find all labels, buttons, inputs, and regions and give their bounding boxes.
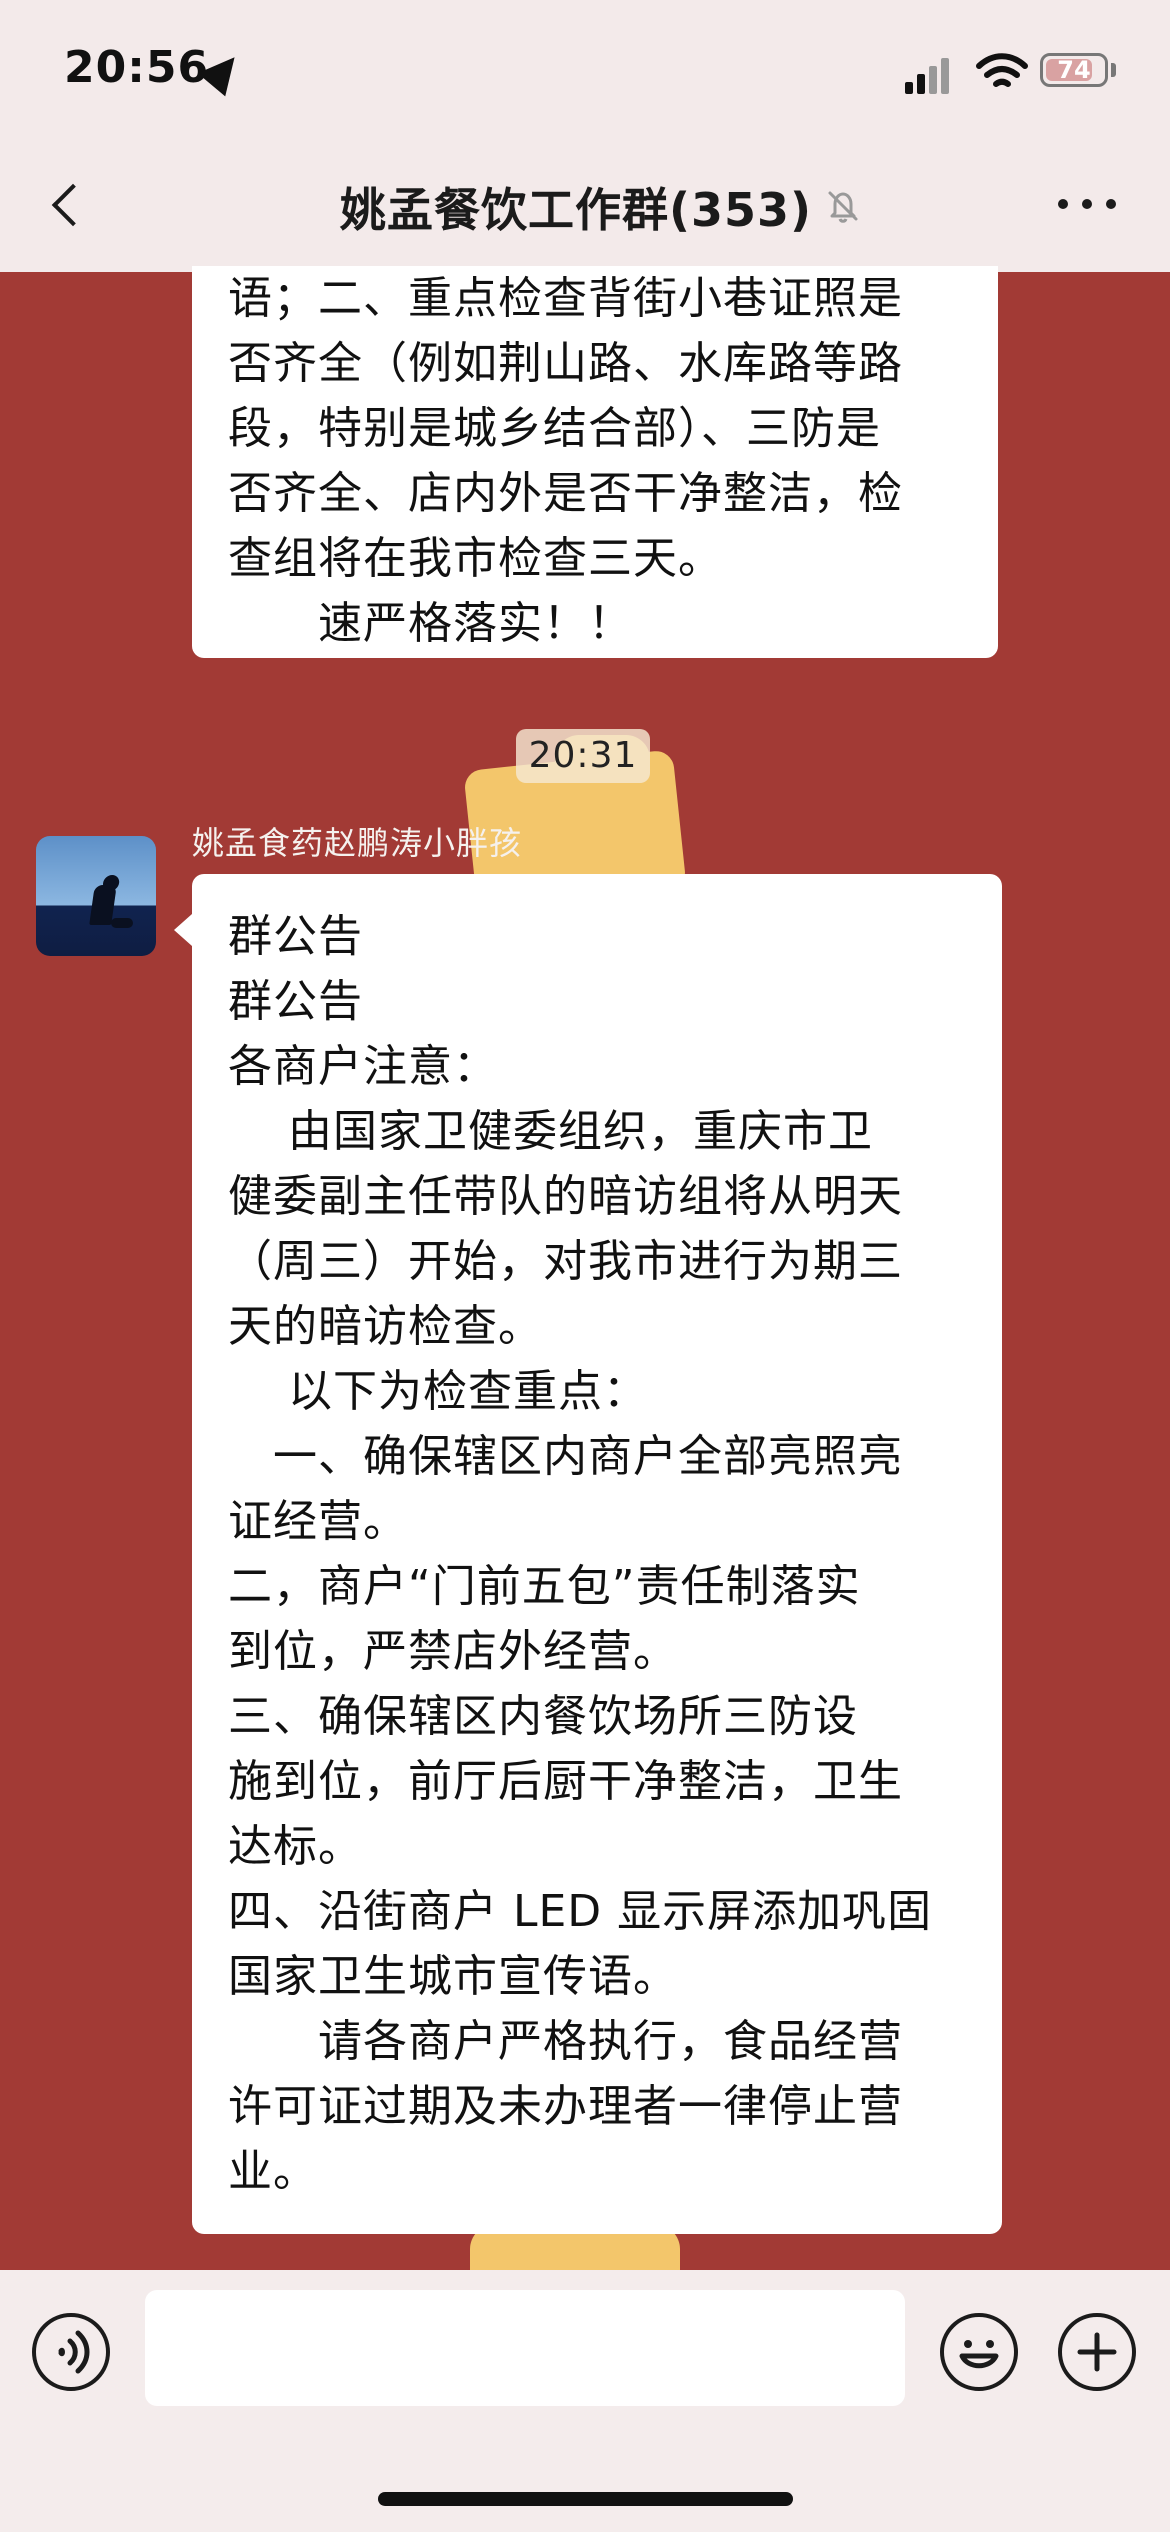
navigation-bar: 姚孟餐饮工作群(353) (0, 140, 1170, 272)
battery-icon: 74 (1040, 53, 1108, 87)
more-button[interactable] (1058, 197, 1116, 213)
sender-avatar[interactable] (36, 836, 156, 956)
avatar-pet (111, 918, 133, 928)
sender-name: 姚孟食药赵鹏涛小胖孩 (192, 824, 523, 862)
emoji-button[interactable] (940, 2313, 1018, 2391)
message-input[interactable] (145, 2290, 905, 2406)
voice-icon (58, 2330, 90, 2374)
wifi-icon (976, 53, 1028, 87)
battery-tip (1111, 63, 1116, 77)
signal-icon (905, 58, 955, 94)
plus-icon (1077, 2332, 1117, 2372)
battery-level: 74 (1057, 56, 1091, 84)
back-button[interactable] (44, 180, 90, 226)
emoji-icon (959, 2340, 999, 2369)
chat-screen: 20:56 74 姚孟餐饮工作群(353) 语；二、重点检查背街小巷证照是 否齐… (0, 0, 1170, 2532)
add-button[interactable] (1058, 2313, 1136, 2391)
announcement-message-bubble[interactable]: 群公告 群公告 各商户注意： 由国家卫健委组织，重庆市卫 健委副主任带队的暗访组… (174, 874, 1002, 2234)
voice-button[interactable] (32, 2313, 110, 2391)
status-time: 20:56 (64, 42, 210, 93)
previous-message-bubble[interactable]: 语；二、重点检查背街小巷证照是 否齐全（例如荆山路、水库路等路 段，特别是城乡结… (192, 266, 998, 658)
chat-title: 姚孟餐饮工作群(353) (340, 183, 813, 237)
status-bar: 20:56 74 (0, 0, 1170, 140)
message-timestamp: 20:31 (516, 729, 650, 783)
muted-bell-icon (828, 191, 858, 223)
home-indicator (378, 2492, 793, 2506)
